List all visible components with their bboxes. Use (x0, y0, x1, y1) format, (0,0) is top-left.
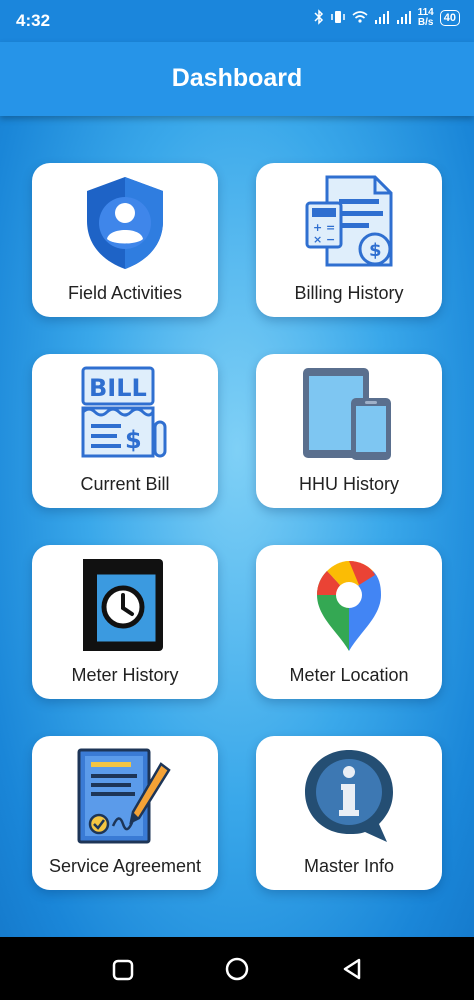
battery-icon: 40 (439, 10, 460, 26)
tile-label: Meter History (71, 665, 179, 685)
status-icons: 114 B/s 40 (314, 8, 460, 28)
net-speed: 114 B/s (418, 8, 434, 28)
app-bar: Dashboard (0, 42, 474, 116)
svg-text:BILL: BILL (89, 374, 147, 402)
map-pin-icon (299, 555, 399, 655)
tile-master-info[interactable]: Master Info (256, 736, 442, 890)
bill-icon: BILL $ (75, 364, 175, 464)
tablet-phone-icon (299, 364, 399, 464)
shield-user-icon (75, 173, 175, 273)
page-title: Dashboard (171, 64, 303, 92)
clock-book-icon (75, 555, 175, 655)
tile-label: HHU History (298, 474, 399, 494)
tile-label: Billing History (294, 283, 404, 303)
status-bar: 4:32 114 B/s 40 (0, 0, 474, 42)
status-time: 4:32 (16, 11, 51, 30)
contract-pen-icon (75, 746, 175, 846)
signal-icon (374, 10, 390, 27)
svg-text:× −: × − (313, 233, 335, 246)
tile-label: Field Activities (67, 283, 183, 303)
signal-icon-2 (396, 10, 412, 27)
svg-text:$: $ (369, 240, 382, 261)
net-speed-unit: B/s (417, 17, 434, 28)
wifi-icon (352, 10, 368, 27)
back-button-icon[interactable] (341, 957, 363, 986)
tile-label: Current Bill (80, 474, 170, 494)
tile-label: Meter Location (289, 665, 409, 685)
system-nav-bar (0, 937, 474, 1000)
svg-text:$: $ (125, 426, 142, 454)
vibrate-icon (330, 9, 346, 28)
tile-label: Service Agreement (48, 856, 202, 876)
tile-service-agreement[interactable]: Service Agreement (32, 736, 218, 890)
tile-meter-location[interactable]: Meter Location (256, 545, 442, 699)
recents-button-icon[interactable] (112, 959, 134, 986)
tile-billing-history[interactable]: + = × − $ Billing History (256, 163, 442, 317)
tile-current-bill[interactable]: BILL $ Current Bill (32, 354, 218, 508)
info-bubble-icon (299, 746, 399, 846)
tile-meter-history[interactable]: Meter History (32, 545, 218, 699)
bluetooth-icon (314, 8, 324, 28)
invoice-calculator-icon: + = × − $ (299, 173, 399, 273)
tile-field-activities[interactable]: Field Activities (32, 163, 218, 317)
tile-hhu-history[interactable]: HHU History (256, 354, 442, 508)
home-button-icon[interactable] (225, 957, 249, 986)
tile-label: Master Info (303, 856, 395, 876)
